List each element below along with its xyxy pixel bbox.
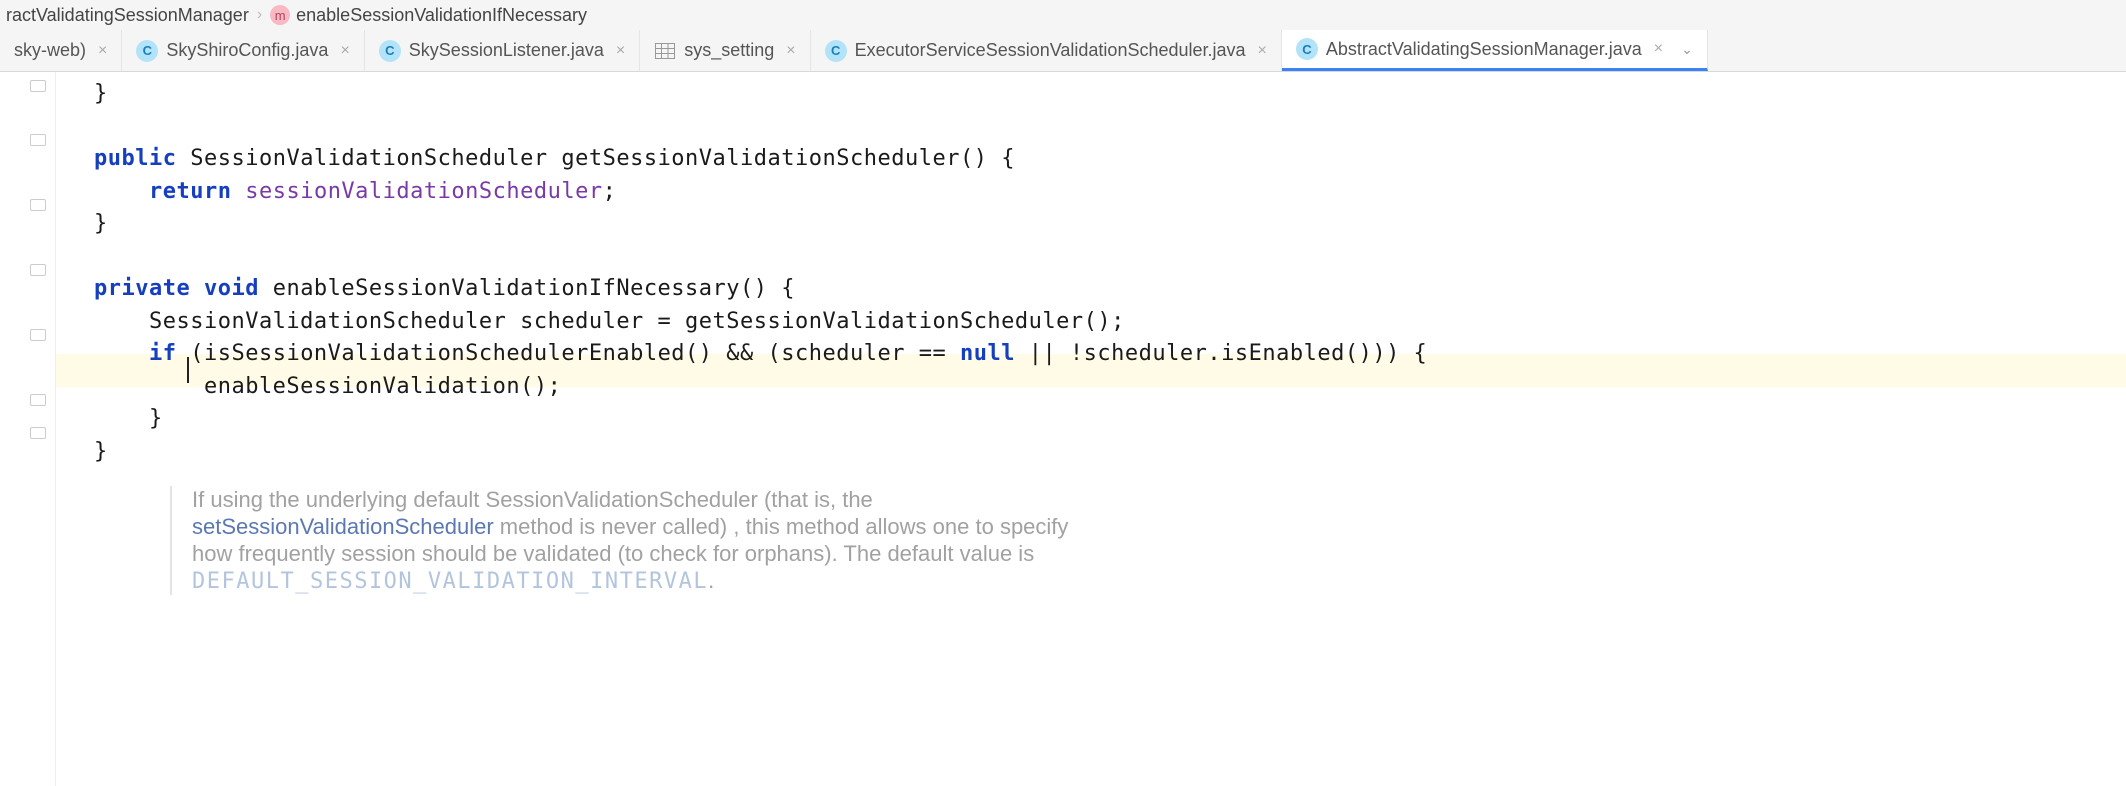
close-icon[interactable]: × bbox=[616, 42, 625, 60]
tab-label: sky-web) bbox=[14, 40, 86, 61]
java-class-icon: C bbox=[1296, 38, 1318, 60]
gutter[interactable] bbox=[0, 72, 56, 786]
tab-sys-setting[interactable]: sys_setting × bbox=[640, 30, 810, 71]
code-area[interactable]: } public SessionValidationScheduler getS… bbox=[56, 72, 2126, 786]
java-class-icon: C bbox=[825, 40, 847, 62]
close-icon[interactable]: × bbox=[1654, 40, 1663, 58]
fold-marker[interactable] bbox=[30, 199, 46, 211]
fold-marker[interactable] bbox=[30, 264, 46, 276]
java-class-icon: C bbox=[379, 40, 401, 62]
fold-marker[interactable] bbox=[30, 134, 46, 146]
tab-sky-session-listener[interactable]: C SkySessionListener.java × bbox=[365, 30, 640, 71]
close-icon[interactable]: × bbox=[340, 42, 349, 60]
tab-label: sys_setting bbox=[684, 40, 774, 61]
tab-sky-web[interactable]: sky-web) × bbox=[0, 30, 122, 71]
fold-marker[interactable] bbox=[30, 427, 46, 439]
fold-marker[interactable] bbox=[30, 80, 46, 92]
close-icon[interactable]: × bbox=[1258, 42, 1267, 60]
doc-text: how frequently session should be validat… bbox=[192, 541, 1034, 566]
breadcrumb-method[interactable]: enableSessionValidationIfNecessary bbox=[296, 5, 587, 26]
tab-label: ExecutorServiceSessionValidationSchedule… bbox=[855, 40, 1246, 61]
doc-constant: DEFAULT_SESSION_VALIDATION_INTERVAL bbox=[192, 569, 708, 594]
doc-link[interactable]: setSessionValidationScheduler bbox=[192, 514, 494, 539]
chevron-down-icon[interactable]: ⌄ bbox=[1681, 41, 1693, 58]
doc-text: If using the underlying default SessionV… bbox=[192, 487, 873, 512]
table-icon bbox=[654, 42, 676, 60]
method-icon: m bbox=[270, 5, 290, 25]
close-icon[interactable]: × bbox=[786, 42, 795, 60]
editor: } public SessionValidationScheduler getS… bbox=[0, 72, 2126, 786]
breadcrumb-class[interactable]: ractValidatingSessionManager bbox=[6, 5, 249, 26]
tab-executor-scheduler[interactable]: C ExecutorServiceSessionValidationSchedu… bbox=[811, 30, 1282, 71]
tab-label: SkyShiroConfig.java bbox=[166, 40, 328, 61]
editor-tab-bar: sky-web) × C SkyShiroConfig.java × C Sky… bbox=[0, 30, 2126, 72]
tab-label: SkySessionListener.java bbox=[409, 40, 604, 61]
tab-abstract-validating-session-manager[interactable]: C AbstractValidatingSessionManager.java … bbox=[1282, 30, 1708, 71]
tab-label: AbstractValidatingSessionManager.java bbox=[1326, 39, 1642, 60]
java-class-icon: C bbox=[136, 40, 158, 62]
fold-marker[interactable] bbox=[30, 394, 46, 406]
doc-text: . bbox=[708, 568, 714, 593]
source-code[interactable]: } public SessionValidationScheduler getS… bbox=[56, 72, 2126, 468]
doc-text: method is never called) , this method al… bbox=[494, 514, 1069, 539]
chevron-right-icon: › bbox=[257, 6, 262, 24]
close-icon[interactable]: × bbox=[98, 42, 107, 60]
breadcrumb[interactable]: ractValidatingSessionManager › m enableS… bbox=[0, 0, 2126, 30]
tab-sky-shiro-config[interactable]: C SkyShiroConfig.java × bbox=[122, 30, 364, 71]
fold-marker[interactable] bbox=[30, 329, 46, 341]
javadoc-rendered: If using the underlying default SessionV… bbox=[170, 486, 1068, 595]
